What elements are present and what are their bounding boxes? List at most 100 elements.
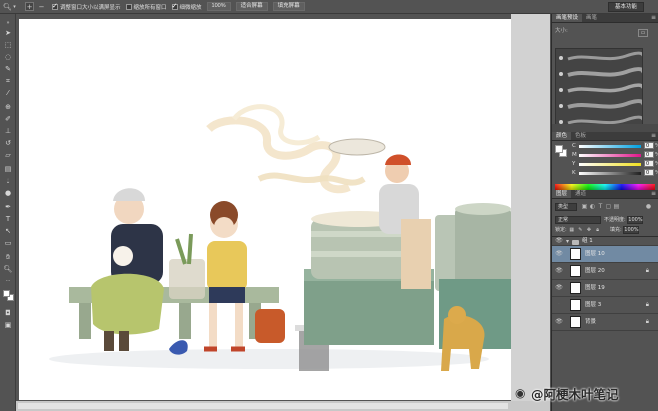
more-tools-icon[interactable]: ··· [3,276,13,286]
zoom-tool-icon[interactable]: 🔍︎ [3,2,12,11]
layer-row-background[interactable]: 👁︎ 背景 🔒︎ [552,314,658,331]
channel-slider[interactable] [579,172,641,175]
panel-menu-icon[interactable]: ≡ [651,132,656,140]
foreground-color-swatch[interactable] [3,290,10,297]
layer-filter-kind-select[interactable]: 类型 [555,203,577,211]
lock-position-icon[interactable]: ✥ [585,226,592,234]
zoom-tool-icon[interactable]: 🔍︎ [3,264,13,274]
fit-screen-button[interactable]: 适合屏幕 [235,2,268,11]
crop-tool-icon[interactable]: ⌗ [3,76,13,86]
eye-icon[interactable]: 👁︎ [555,267,563,275]
dodge-tool-icon[interactable]: ● [3,188,13,198]
gradient-tool-icon[interactable]: ▤ [3,164,13,174]
collapse-arrows-icon[interactable]: » [3,18,13,28]
brush-stroke-preview [567,99,642,109]
tab-brush[interactable]: 画笔 [582,14,601,22]
eye-icon[interactable]: 👁︎ [555,284,563,292]
quick-mask-icon[interactable]: ◘ [3,308,13,318]
checkbox-box[interactable] [125,3,132,10]
channel-value-input[interactable]: 0 [644,169,654,176]
brush-tool-icon[interactable]: ✐ [3,114,13,124]
horizontal-scrollbar[interactable] [16,401,550,411]
filter-shape-icon[interactable]: ▢ [605,203,612,211]
channel-y-row: Y 0 % [572,160,658,168]
eye-icon[interactable]: 👁︎ [555,250,563,258]
workspace-selector[interactable]: 基本功能 [607,2,644,12]
channel-value-input[interactable]: 0 [644,142,654,149]
checkbox-box[interactable] [171,2,178,10]
channel-label: K [572,170,576,176]
blend-mode-select[interactable]: 正常 [555,216,601,224]
chevron-down-icon[interactable]: ▾ [566,238,569,245]
layer-row[interactable]: 👁︎ 图层 20 🔒︎ [552,263,658,280]
brush-preset-item[interactable] [556,67,642,81]
marquee-tool-icon[interactable]: ⬚ [3,40,13,50]
eye-hidden-icon[interactable]: · [555,301,563,309]
brush-preset-item[interactable] [556,51,642,65]
zoom-100-button[interactable]: 100% [206,2,231,11]
checkbox-label: 调整窗口大小以满屏显示 [60,4,121,11]
lock-transparent-icon[interactable]: ▦ [568,226,575,234]
layer-row[interactable]: · 图层 3 🔒︎ [552,297,658,314]
channel-value-input[interactable]: 0 [644,151,654,158]
move-tool-icon[interactable]: ➤ [3,28,13,38]
hand-tool-icon[interactable]: ✋︎ [3,252,13,262]
tab-color[interactable]: 颜色 [552,132,572,140]
brush-preset-item[interactable] [556,83,642,97]
channel-slider[interactable] [579,163,641,166]
opacity-input[interactable]: 100% [627,216,644,224]
channel-slider[interactable] [579,145,641,148]
tab-swatches[interactable]: 色板 [571,132,590,140]
layer-name: 图层 10 [585,251,605,257]
eye-icon[interactable]: 👁︎ [555,237,563,245]
brush-folder-icon[interactable]: ▭ [638,29,648,37]
tab-channels[interactable]: 通道 [571,190,590,198]
history-brush-tool-icon[interactable]: ↺ [3,138,13,148]
layer-row-group[interactable]: 👁︎ ▾ 组 1 [552,237,658,246]
filter-type-icon[interactable]: T [597,203,604,211]
path-select-tool-icon[interactable]: ↖ [3,226,13,236]
lock-all-icon[interactable]: 🔒︎ [594,226,601,234]
brush-preset-item[interactable] [556,99,642,113]
eraser-tool-icon[interactable]: ▱ [3,150,13,160]
healing-tool-icon[interactable]: ⊕ [3,102,13,112]
canvas-margin [511,14,550,401]
filter-toggle-icon[interactable]: ● [645,203,652,211]
dropdown-arrow-icon[interactable]: ▾ [12,2,17,11]
screen-mode-icon[interactable]: ▣ [3,320,13,330]
checkbox-scrubby-zoom[interactable]: 细微缩放 [171,2,202,11]
opacity-label: 不透明度: [604,217,626,223]
type-tool-icon[interactable]: T [3,214,13,224]
lock-pixels-icon[interactable]: ✎ [577,226,584,234]
blur-tool-icon[interactable]: 💧︎ [3,176,13,186]
brush-preset-list[interactable] [555,48,643,130]
scrollbar-thumb[interactable] [18,403,508,409]
clone-stamp-tool-icon[interactable]: ⊥ [3,126,13,136]
checkbox-zoom-all[interactable]: 缩放所有窗口 [125,3,167,11]
tab-brush-presets[interactable]: 画笔预设 [552,14,583,22]
channel-value-input[interactable]: 0 [644,160,654,167]
layer-row[interactable]: 👁︎ 图层 10 [552,246,658,263]
filter-smart-object-icon[interactable]: ▤ [613,203,620,211]
eyedropper-tool-icon[interactable]: ⁄ [3,88,13,98]
quick-select-tool-icon[interactable]: ✎ [3,64,13,74]
panel-menu-icon[interactable]: ≡ [651,14,656,22]
fill-screen-button[interactable]: 填充屏幕 [272,2,305,11]
channel-slider[interactable] [579,154,641,157]
pen-tool-icon[interactable]: ✒ [3,202,13,212]
panel-menu-icon[interactable]: ≡ [651,190,656,198]
checkbox-box[interactable] [52,2,58,10]
tab-layers[interactable]: 图层 [552,190,572,198]
zoom-in-icon[interactable]: + [25,2,34,11]
lasso-tool-icon[interactable]: ◌ [3,52,13,62]
eye-icon[interactable]: 👁︎ [555,318,563,326]
checkbox-resize-windows[interactable]: 调整窗口大小以满屏显示 [52,2,121,11]
document-canvas[interactable] [19,19,511,400]
fill-input[interactable]: 100% [623,226,640,234]
layer-row[interactable]: 👁︎ 图层 19 [552,280,658,297]
zoom-out-icon[interactable]: − [37,2,46,11]
filter-adjustment-icon[interactable]: ◐ [589,203,596,211]
shape-tool-icon[interactable]: ▭ [3,238,13,248]
foreground-color-swatch[interactable] [555,145,563,153]
filter-pixel-icon[interactable]: ▣ [581,203,588,211]
